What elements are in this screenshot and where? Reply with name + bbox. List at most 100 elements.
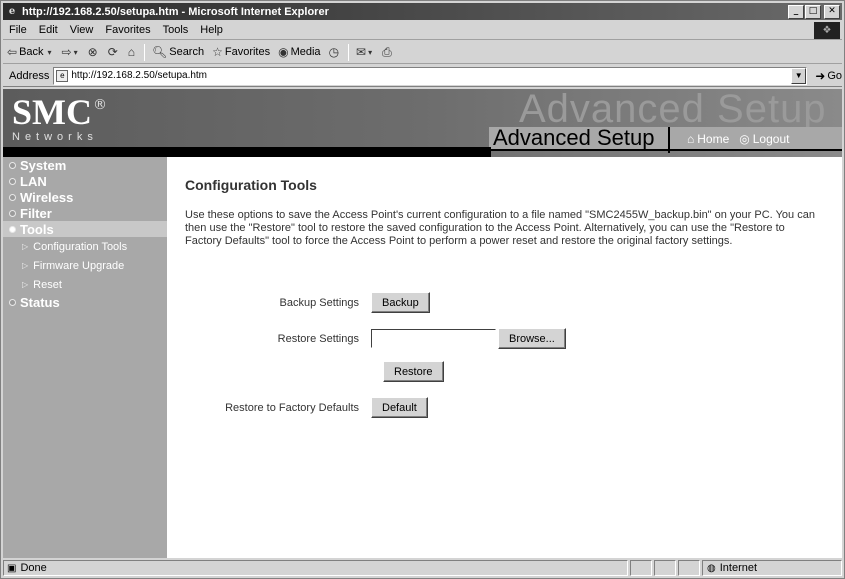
mail-icon: ✉ bbox=[356, 45, 367, 59]
bullet-icon bbox=[9, 225, 16, 233]
triangle-right-icon: ▷ bbox=[22, 280, 29, 289]
address-input[interactable]: e http://192.168.2.50/setupa.htm ▼ bbox=[53, 66, 808, 85]
bullet-icon bbox=[9, 177, 16, 185]
home-icon: ⌂ bbox=[687, 132, 695, 146]
restore-row: Restore Settings Browse... bbox=[185, 328, 566, 349]
sidebar-subitem-label: Firmware Upgrade bbox=[33, 259, 125, 272]
address-url: http://192.168.2.50/setupa.htm bbox=[71, 70, 208, 81]
browse-button[interactable]: Browse... bbox=[498, 328, 566, 349]
bullet-icon bbox=[9, 209, 16, 217]
status-cell bbox=[678, 560, 700, 576]
sidebar: System LAN Wireless Filter Tools ▷ Config… bbox=[3, 157, 167, 558]
page-viewport: SMC® Networks Advanced Setup Advanced Se… bbox=[3, 89, 842, 558]
main-content: Configuration Tools Use these options to… bbox=[185, 177, 825, 418]
go-label: Go bbox=[827, 69, 842, 82]
sidebar-subitem-firmware-upgrade[interactable]: ▷ Firmware Upgrade bbox=[3, 256, 167, 275]
status-bar: ▣ Done ◍ Internet bbox=[3, 559, 842, 577]
sidebar-item-label: LAN bbox=[20, 173, 47, 189]
backup-settings-label: Backup Settings bbox=[279, 296, 360, 309]
forward-button[interactable]: ⇨ ▾ bbox=[58, 42, 84, 63]
home-button[interactable]: ⌂ bbox=[124, 42, 141, 63]
menu-favorites[interactable]: Favorites bbox=[99, 24, 156, 36]
sidebar-item-label: System bbox=[20, 157, 67, 173]
restore-settings-label: Restore Settings bbox=[277, 332, 359, 345]
restore-button-row: Restore bbox=[383, 361, 444, 382]
sidebar-item-system[interactable]: System bbox=[3, 157, 167, 173]
go-arrow-icon: ➜ bbox=[815, 68, 826, 83]
history-button[interactable]: ◷ bbox=[325, 42, 345, 63]
favorites-button[interactable]: ☆ Favorites bbox=[208, 42, 274, 63]
chevron-down-icon: ▾ bbox=[368, 47, 373, 57]
sidebar-subitem-reset[interactable]: ▷ Reset bbox=[3, 275, 167, 294]
restore-file-input[interactable] bbox=[371, 329, 496, 348]
sidebar-item-filter[interactable]: Filter bbox=[3, 205, 167, 221]
sidebar-item-label: Status bbox=[20, 294, 60, 310]
sidebar-item-lan[interactable]: LAN bbox=[3, 173, 167, 189]
refresh-button[interactable]: ⟳ bbox=[104, 42, 124, 63]
triangle-right-icon: ▷ bbox=[22, 242, 29, 251]
media-icon: ◉ bbox=[278, 45, 289, 59]
logout-icon: ◎ bbox=[739, 132, 750, 146]
menu-file[interactable]: File bbox=[3, 24, 33, 36]
registered-mark: ® bbox=[93, 97, 107, 113]
restore-button[interactable]: Restore bbox=[383, 361, 444, 382]
stop-button[interactable]: ⊗ bbox=[84, 42, 104, 63]
sidebar-subitem-label: Reset bbox=[33, 278, 62, 291]
sidebar-item-wireless[interactable]: Wireless bbox=[3, 189, 167, 205]
chevron-down-icon: ▾ bbox=[47, 47, 52, 57]
menu-view[interactable]: View bbox=[64, 24, 100, 36]
toolbar-divider bbox=[144, 43, 145, 61]
backup-button[interactable]: Backup bbox=[371, 292, 430, 313]
banner-black-bar bbox=[3, 147, 491, 157]
sidebar-subitem-configuration-tools[interactable]: ▷ Configuration Tools bbox=[3, 237, 167, 256]
bullet-icon bbox=[9, 161, 16, 169]
logout-link-label: Logout bbox=[752, 132, 790, 146]
page-title: Configuration Tools bbox=[185, 177, 317, 193]
print-button[interactable]: ⎙ bbox=[378, 42, 398, 63]
home-icon: ⌂ bbox=[127, 45, 135, 59]
back-button[interactable]: ⇦ Back ▾ bbox=[3, 42, 58, 63]
globe-icon: ◍ bbox=[707, 562, 716, 574]
zone-text: Internet bbox=[719, 562, 758, 574]
window-title: http://192.168.2.50/setupa.htm - Microso… bbox=[22, 5, 329, 18]
bullet-icon bbox=[9, 298, 16, 306]
menu-edit[interactable]: Edit bbox=[33, 24, 64, 36]
toolbar: ⇦ Back ▾ ⇨ ▾ ⊗ ⟳ ⌂ 🔍︎ Search ☆ Favorites ◉ Med… bbox=[3, 41, 842, 64]
status-cell bbox=[654, 560, 676, 576]
windows-logo-icon: ❖ bbox=[814, 22, 840, 39]
page-description: Use these options to save the Access Poi… bbox=[185, 209, 815, 247]
minimize-button[interactable]: _ bbox=[788, 4, 804, 19]
logout-link[interactable]: ◎ Logout bbox=[739, 132, 789, 146]
menu-help[interactable]: Help bbox=[194, 24, 229, 36]
mail-button[interactable]: ✉ ▾ bbox=[352, 42, 378, 63]
menu-bar: File Edit View Favorites Tools Help ❖ bbox=[3, 21, 842, 40]
maximize-button[interactable]: □ bbox=[805, 4, 821, 19]
sidebar-item-status[interactable]: Status bbox=[3, 294, 167, 310]
address-bar: Address e http://192.168.2.50/setupa.htm… bbox=[3, 65, 842, 87]
chevron-down-icon: ▾ bbox=[73, 47, 78, 57]
menu-tools[interactable]: Tools bbox=[157, 24, 195, 36]
media-button[interactable]: ◉ Media bbox=[274, 42, 324, 63]
status-text: Done bbox=[20, 562, 47, 574]
close-button[interactable]: ✕ bbox=[824, 4, 840, 19]
address-dropdown-icon[interactable]: ▼ bbox=[791, 67, 807, 84]
sidebar-item-tools[interactable]: Tools bbox=[3, 221, 167, 237]
banner: SMC® Networks Advanced Setup Advanced Se… bbox=[3, 89, 842, 157]
sidebar-item-label: Wireless bbox=[20, 189, 74, 205]
address-label: Address bbox=[9, 69, 50, 82]
factory-defaults-label: Restore to Factory Defaults bbox=[225, 401, 359, 414]
forward-arrow-icon: ⇨ bbox=[61, 45, 72, 59]
banner-nav: ⌂ Home ◎ Logout bbox=[687, 132, 789, 146]
go-button[interactable]: ➜ Go bbox=[815, 69, 842, 83]
search-icon: 🔍︎ bbox=[152, 45, 168, 59]
media-label: Media bbox=[290, 46, 321, 58]
back-label: Back bbox=[19, 46, 44, 58]
back-arrow-icon: ⇦ bbox=[7, 45, 18, 59]
search-button[interactable]: 🔍︎ Search bbox=[148, 42, 208, 63]
home-link-label: Home bbox=[697, 132, 730, 146]
home-link[interactable]: ⌂ Home bbox=[687, 132, 729, 146]
default-button[interactable]: Default bbox=[371, 397, 428, 418]
banner-black-line bbox=[491, 149, 842, 151]
search-label: Search bbox=[169, 46, 205, 58]
logo-networks: Networks bbox=[12, 131, 98, 143]
